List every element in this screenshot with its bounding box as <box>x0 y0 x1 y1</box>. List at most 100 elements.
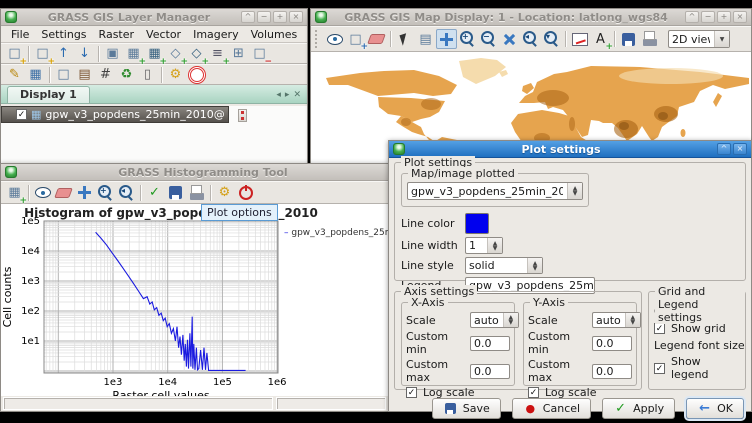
layer-manager-titlebar[interactable]: GRASS GIS Layer Manager ^−+× <box>1 9 307 26</box>
save-icon[interactable] <box>165 183 186 203</box>
y-min-input[interactable]: 0.0 <box>592 336 632 351</box>
script-icon[interactable]: ▯ <box>137 65 158 85</box>
svg-text:1e3: 1e3 <box>104 377 123 388</box>
tab-close-button[interactable]: ✕ <box>293 90 301 100</box>
chevron-updown-icon[interactable]: ▲▼ <box>487 238 502 253</box>
zoom-in-icon[interactable]: + <box>457 29 478 49</box>
map-display-titlebar[interactable]: GRASS GIS Map Display: 1 - Location: lat… <box>311 9 751 26</box>
settings-icon[interactable]: ⚙ <box>165 65 186 85</box>
pointer-icon[interactable] <box>394 29 415 49</box>
add-vector-layer-icon[interactable]: ◇+ <box>165 44 186 64</box>
new-map-display-icon[interactable]: □+ <box>4 44 25 64</box>
plot-options-icon[interactable]: ⚙ <box>214 183 235 203</box>
statistics-icon[interactable]: ✓ <box>144 183 165 203</box>
y-max-input[interactable]: 0.0 <box>592 364 632 379</box>
close-button[interactable]: × <box>733 11 747 23</box>
delete-layer-icon[interactable]: □− <box>249 44 270 64</box>
save-workspace-icon[interactable]: ↓ <box>74 44 95 64</box>
chevron-updown-icon[interactable]: ▲▼ <box>567 183 582 199</box>
chevron-updown-icon[interactable]: ▲▼ <box>503 313 518 327</box>
add-multiple-layers-icon[interactable]: ▣ <box>102 44 123 64</box>
digitizer-icon[interactable]: ✎ <box>4 65 25 85</box>
shade-button[interactable]: ^ <box>241 11 255 23</box>
add-command-layer-icon[interactable]: ≡+ <box>207 44 228 64</box>
y-scale-select[interactable]: auto ▲▼ <box>592 312 641 328</box>
menu-imagery[interactable]: Imagery <box>187 27 244 42</box>
pan-icon[interactable] <box>436 29 457 49</box>
line-color-swatch[interactable] <box>465 213 489 234</box>
layer-checkbox[interactable]: ✓ <box>16 109 27 120</box>
histogram-titlebar[interactable]: GRASS Histogramming Tool <box>1 164 389 181</box>
close-button[interactable]: × <box>289 11 303 23</box>
tab-display-1[interactable]: Display 1 <box>7 86 90 103</box>
line-style-select[interactable]: solid ▲▼ <box>465 257 543 274</box>
minimize-button[interactable]: − <box>257 11 271 23</box>
menu-file[interactable]: File <box>5 27 35 42</box>
menu-vector[interactable]: Vector <box>140 27 187 42</box>
layer-row[interactable]: ✓ ▦ gpw_v3_popdens_25min_2010@PERMANENT <box>1 106 229 123</box>
zoom-extent-icon[interactable] <box>499 29 520 49</box>
x-scale-select[interactable]: auto ▲▼ <box>470 312 519 328</box>
add-legend-icon[interactable]: A+ <box>590 29 611 49</box>
menu-settings[interactable]: Settings <box>35 27 92 42</box>
print-icon[interactable] <box>186 183 207 203</box>
tab-next-button[interactable]: ▸ <box>285 90 290 100</box>
chevron-updown-icon[interactable]: ▲▼ <box>527 258 542 273</box>
map-image-select[interactable]: gpw_v3_popdens_25min_2010@PERMAN ▲▼ <box>407 182 583 200</box>
x-max-input[interactable]: 0.0 <box>470 364 510 379</box>
load-workspace-icon[interactable]: ↑ <box>53 44 74 64</box>
print-display-icon[interactable] <box>639 29 660 49</box>
add-group-icon[interactable]: ⊞ <box>228 44 249 64</box>
render-overlay-icon[interactable]: □+ <box>345 29 366 49</box>
select-raster-icon[interactable]: ▦+ <box>4 183 25 203</box>
world-map <box>311 52 751 150</box>
line-width-spinner[interactable]: 1 ▲▼ <box>465 237 503 254</box>
maximize-button[interactable]: + <box>717 11 731 23</box>
zoom-menu-icon[interactable]: ▾ <box>541 29 562 49</box>
analyze-icon[interactable] <box>569 29 590 49</box>
quit-icon[interactable] <box>235 183 256 203</box>
redraw-icon[interactable] <box>32 183 53 203</box>
tab-prev-button[interactable]: ◂ <box>276 90 281 100</box>
chevron-down-icon[interactable]: ▼ <box>714 31 729 47</box>
minimize-button[interactable]: − <box>701 11 715 23</box>
show-grid-checkbox[interactable]: ✓ <box>654 323 665 334</box>
erase-display-icon[interactable] <box>366 29 387 49</box>
x-min-input[interactable]: 0.0 <box>470 336 510 351</box>
show-legend-checkbox[interactable]: ✓ <box>654 363 665 374</box>
modeler-icon[interactable]: ♻ <box>116 65 137 85</box>
create-workspace-icon[interactable]: □+ <box>32 44 53 64</box>
y-log-checkbox[interactable]: ✓ <box>528 387 539 398</box>
erase-icon[interactable] <box>53 183 74 203</box>
add-raster-overlays-icon[interactable]: ▦+ <box>144 44 165 64</box>
menu-raster[interactable]: Raster <box>93 27 140 42</box>
attribute-table-icon[interactable]: ▦ <box>25 65 46 85</box>
zoom-back-icon[interactable]: ◂ <box>116 183 137 203</box>
shade-button[interactable]: ^ <box>685 11 699 23</box>
layer-row-button[interactable] <box>238 109 247 122</box>
add-raster-layer-icon[interactable]: ▦+ <box>123 44 144 64</box>
pan-icon[interactable] <box>74 183 95 203</box>
query-icon[interactable]: ▤ <box>415 29 436 49</box>
save-button[interactable]: Save <box>432 398 501 419</box>
menu-volumes[interactable]: Volumes <box>245 27 304 42</box>
maximize-button[interactable]: + <box>273 11 287 23</box>
ok-button[interactable]: ←OK <box>686 398 744 419</box>
georectifier-icon[interactable]: # <box>95 65 116 85</box>
help-icon[interactable] <box>186 65 207 85</box>
zoom-out-icon[interactable]: − <box>478 29 499 49</box>
view-mode-select[interactable]: 2D view▼ <box>668 30 730 48</box>
add-vector-overlays-icon[interactable]: ◇+ <box>186 44 207 64</box>
cancel-button[interactable]: ●Cancel <box>512 398 591 419</box>
map-calculator-icon[interactable]: ▤ <box>74 65 95 85</box>
save-display-icon[interactable] <box>618 29 639 49</box>
zoom-in-icon[interactable]: + <box>95 183 116 203</box>
display-map-icon[interactable] <box>324 29 345 49</box>
x-log-checkbox[interactable]: ✓ <box>406 387 417 398</box>
close-button[interactable]: × <box>733 143 747 155</box>
shade-button[interactable]: ^ <box>717 143 731 155</box>
apply-button[interactable]: ✓Apply <box>602 398 675 419</box>
zoom-back-icon[interactable]: ◂ <box>520 29 541 49</box>
new-layer-icon[interactable]: □ <box>53 65 74 85</box>
chevron-updown-icon[interactable]: ▲▼ <box>625 313 640 327</box>
